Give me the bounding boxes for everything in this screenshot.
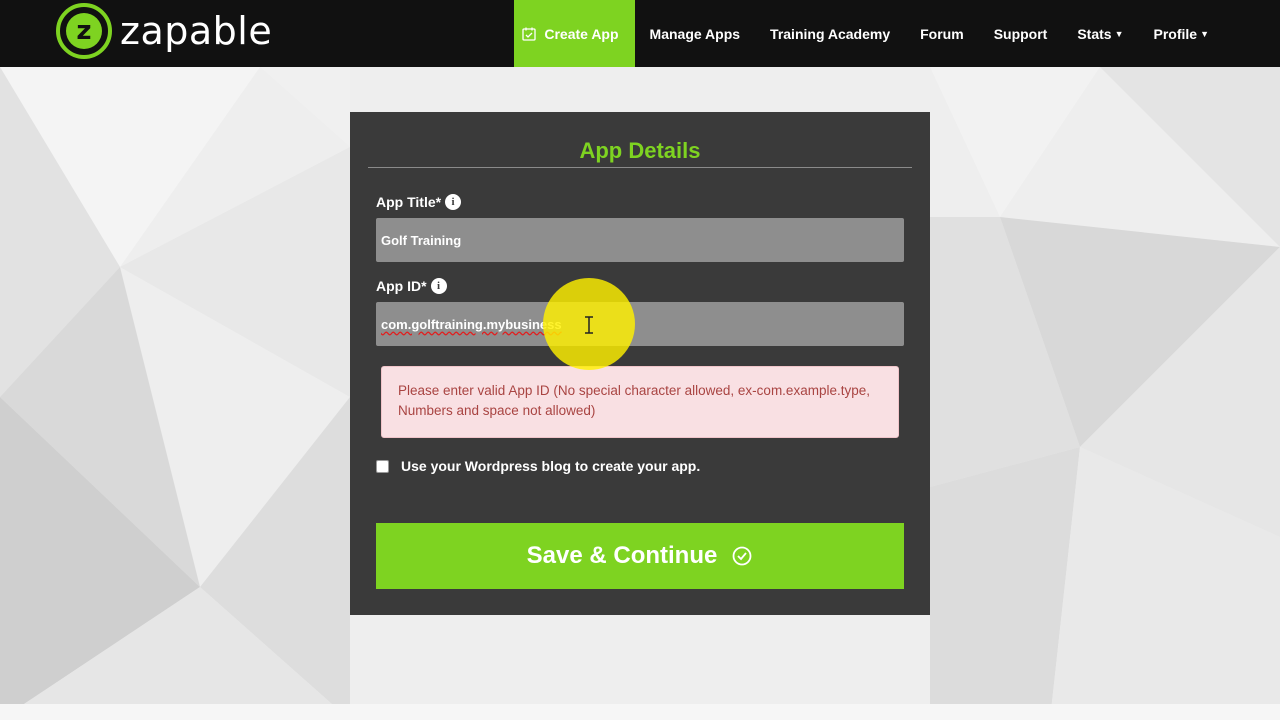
caret-down-icon: ▼ bbox=[1114, 28, 1124, 39]
nav-manage-apps[interactable]: Manage Apps bbox=[635, 0, 756, 67]
nav-stats-label: Stats bbox=[1077, 25, 1112, 42]
nav-support[interactable]: Support bbox=[979, 0, 1063, 67]
brand-logo[interactable]: z zapable bbox=[56, 3, 272, 59]
nav-stats-dropdown[interactable]: Stats ▼ bbox=[1062, 0, 1138, 67]
app-id-input[interactable]: com.golftraining.mybusiness bbox=[376, 302, 904, 346]
app-title-label: App Title* i bbox=[376, 194, 462, 210]
check-circle-icon bbox=[732, 546, 752, 566]
nav-profile-dropdown[interactable]: Profile ▼ bbox=[1139, 0, 1225, 67]
info-icon[interactable]: i bbox=[430, 278, 447, 294]
title-divider bbox=[368, 167, 912, 168]
text-cursor-icon bbox=[585, 316, 593, 334]
card-title: App Details bbox=[579, 138, 701, 163]
app-title-value: Golf Training bbox=[381, 232, 462, 248]
app-title-label-text: App Title* bbox=[376, 194, 442, 210]
main-nav: Create App Manage Apps Training Academy … bbox=[514, 0, 1224, 67]
nav-manage-apps-label: Manage Apps bbox=[649, 25, 741, 42]
nav-training-academy-label: Training Academy bbox=[770, 25, 891, 42]
app-id-label: App ID* i bbox=[376, 278, 447, 294]
brand-name: zapable bbox=[120, 9, 273, 53]
nav-forum[interactable]: Forum bbox=[905, 0, 979, 67]
save-continue-button[interactable]: Save & Continue bbox=[376, 523, 904, 589]
app-id-value: com.golftraining.mybusiness bbox=[381, 316, 562, 332]
logo-letter: z bbox=[66, 13, 102, 49]
app-id-label-text: App ID* bbox=[376, 278, 427, 294]
info-icon[interactable]: i bbox=[445, 194, 462, 210]
save-continue-label: Save & Continue bbox=[526, 542, 718, 569]
nav-create-app-label: Create App bbox=[544, 25, 619, 42]
app-id-error-alert: Please enter valid App ID (No special ch… bbox=[381, 366, 899, 438]
wordpress-checkbox-label: Use your Wordpress blog to create your a… bbox=[401, 458, 701, 474]
top-navbar: z zapable Create App Manage Apps Trainin… bbox=[0, 0, 1280, 67]
app-title-input[interactable]: Golf Training bbox=[376, 218, 904, 262]
nav-training-academy[interactable]: Training Academy bbox=[755, 0, 905, 67]
nav-forum-label: Forum bbox=[920, 25, 964, 42]
nav-create-app[interactable]: Create App bbox=[514, 0, 635, 67]
nav-profile-label: Profile bbox=[1153, 25, 1198, 42]
wordpress-checkbox[interactable] bbox=[376, 459, 389, 473]
calendar-check-icon bbox=[522, 27, 537, 41]
wordpress-option[interactable]: Use your Wordpress blog to create your a… bbox=[376, 458, 700, 474]
caret-down-icon: ▼ bbox=[1200, 28, 1209, 39]
page-footer-strip bbox=[0, 704, 1280, 720]
nav-support-label: Support bbox=[993, 25, 1048, 42]
app-details-card: App Details App Title* i Golf Training A… bbox=[350, 112, 930, 615]
zapable-logo-icon: z bbox=[56, 3, 112, 59]
